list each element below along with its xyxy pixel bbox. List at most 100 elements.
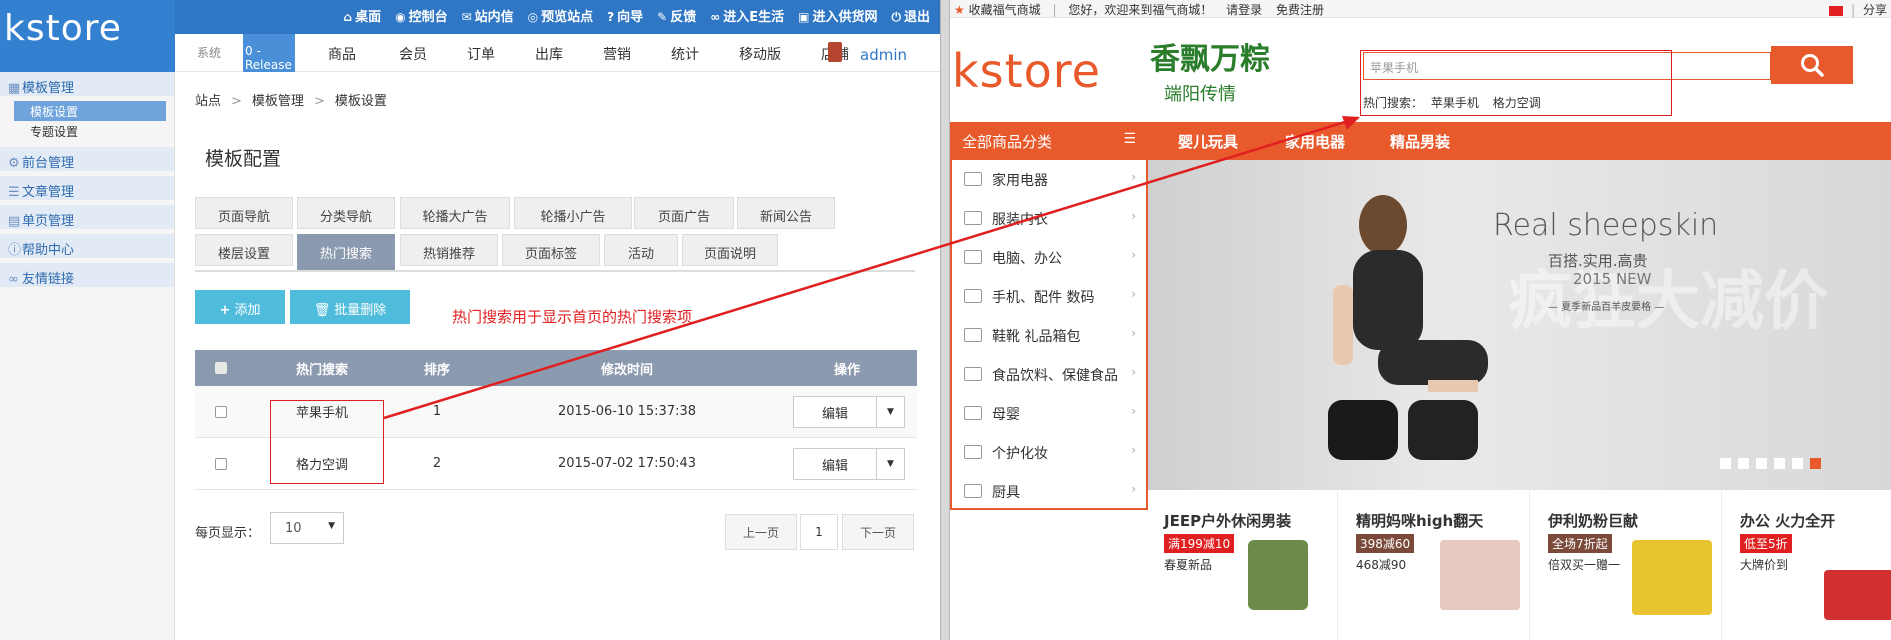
nav-item-goods[interactable]: 商品 — [328, 44, 356, 64]
nav-item-stats[interactable]: 统计 — [671, 44, 699, 64]
category-item[interactable]: 鞋靴 礼品箱包 › — [952, 316, 1146, 355]
promo-tile[interactable]: 精明妈咪high翻天 398减60 468减90 — [1340, 490, 1530, 640]
promo-tile-sub: 春夏新品 — [1164, 558, 1213, 572]
promo-tile[interactable]: 伊利奶粉巨献 全场7折起 倍双买一赠一 — [1532, 490, 1722, 640]
category-item[interactable]: 家用电器 › — [952, 160, 1146, 199]
nav-item-marketing[interactable]: 营销 — [603, 44, 631, 64]
sidebar-group[interactable]: ⚙ 前台管理 — [0, 147, 174, 171]
topbar-divider: | — [1052, 3, 1057, 17]
edit-button[interactable]: 编辑 — [793, 448, 877, 480]
chevron-down-icon[interactable]: ▼ — [877, 448, 905, 480]
toplink-lock[interactable]: ▣ 进入供货网 — [798, 6, 877, 25]
tabs-underline — [195, 270, 915, 272]
category-item[interactable]: 电脑、办公 › — [952, 238, 1146, 277]
tab-hot-recommend[interactable]: 热销推荐 — [400, 234, 498, 266]
store-logo[interactable]: kstore — [952, 44, 1101, 98]
category-item[interactable]: 母婴 › — [952, 394, 1146, 433]
tab-page-tags[interactable]: 页面标签 — [502, 234, 600, 266]
nav-item-orders[interactable]: 订单 — [467, 44, 495, 64]
toplink-link[interactable]: ∞ 进入E生活 — [710, 6, 784, 25]
category-label: 服装内衣 — [992, 212, 1048, 228]
hero-banner[interactable]: 疯狂大减价 Real sheepskin 百搭.实用.高贵 2015 NEW —… — [1148, 160, 1891, 490]
help-icon: ? — [607, 10, 615, 24]
tab-page-description[interactable]: 页面说明 — [682, 234, 778, 266]
current-page[interactable]: 1 — [800, 514, 838, 550]
chevron-right-icon: › — [1131, 404, 1136, 418]
sidebar-group[interactable]: ⓘ帮助中心 — [0, 234, 174, 258]
sidebar-group[interactable]: ▦ 模板管理 — [0, 72, 174, 96]
dashboard-icon: ◉ — [395, 10, 406, 24]
row-checkbox[interactable] — [215, 405, 227, 418]
carousel-dot[interactable] — [1756, 458, 1767, 469]
category-icon — [964, 484, 982, 498]
tab-floor-settings[interactable]: 楼层设置 — [195, 234, 293, 266]
promo-tile-tag: 满199减10 — [1164, 534, 1235, 553]
breadcrumb-template-mgmt[interactable]: 模板管理 — [252, 94, 304, 109]
tab-hot-search[interactable]: 热门搜索 — [297, 234, 395, 270]
admin-username[interactable]: admin — [860, 46, 907, 64]
batch-delete-button[interactable]: 🗑 批量删除 — [290, 290, 410, 324]
category-label: 家用电器 — [992, 173, 1048, 189]
sidebar-item[interactable]: 模板设置 — [14, 101, 166, 121]
share-link[interactable]: 分享 — [1863, 3, 1887, 17]
chevron-right-icon: › — [1131, 248, 1136, 262]
toplink-help[interactable]: ? 向导 — [607, 6, 643, 25]
toplink-mail[interactable]: ✉ 站内信 — [462, 6, 514, 25]
toplink-edit[interactable]: ✎ 反馈 — [657, 6, 696, 25]
per-page-select[interactable]: 10 ▼ — [270, 512, 344, 544]
add-button[interactable]: + 添加 — [195, 290, 285, 324]
toplink-dashboard[interactable]: ◉ 控制台 — [395, 6, 448, 25]
select-all-checkbox[interactable] — [215, 362, 227, 374]
category-item[interactable]: 厨具 › — [952, 472, 1146, 511]
nav-item-members[interactable]: 会员 — [399, 44, 427, 64]
carousel-dot[interactable] — [1792, 458, 1803, 469]
chevron-down-icon[interactable]: ▼ — [877, 396, 905, 428]
search-button[interactable] — [1771, 46, 1853, 84]
carousel-dot[interactable] — [1738, 458, 1749, 469]
breadcrumb-site[interactable]: 站点 — [195, 94, 221, 109]
edit-button[interactable]: 编辑 — [793, 396, 877, 428]
tab-carousel-large[interactable]: 轮播大广告 — [400, 197, 510, 229]
category-item[interactable]: 食品饮料、保健食品 › — [952, 355, 1146, 394]
register-link[interactable]: 免费注册 — [1276, 3, 1324, 17]
chevron-right-icon: › — [1131, 482, 1136, 496]
category-label: 食品饮料、保健食品 — [992, 368, 1118, 384]
nav-item-mobile[interactable]: 移动版 — [739, 44, 781, 64]
tab-carousel-small[interactable]: 轮播小广告 — [514, 197, 632, 229]
carousel-dot[interactable] — [1720, 458, 1731, 469]
tab-category-nav[interactable]: 分类导航 — [297, 197, 395, 229]
nav-baby-toys[interactable]: 婴儿玩具 — [1178, 131, 1238, 152]
category-item[interactable]: 手机、配件 数码 › — [952, 277, 1146, 316]
next-page-button[interactable]: 下一页 — [842, 514, 914, 550]
tab-news[interactable]: 新闻公告 — [737, 197, 835, 229]
menu-icon: ☰ — [1123, 131, 1136, 147]
nav-appliances[interactable]: 家用电器 — [1285, 131, 1345, 152]
category-item[interactable]: 服装内衣 › — [952, 199, 1146, 238]
category-item[interactable]: 个护化妆 › — [952, 433, 1146, 472]
tab-page-ads[interactable]: 页面广告 — [634, 197, 734, 229]
prev-page-button[interactable]: 上一页 — [725, 514, 797, 550]
sidebar-group[interactable]: ▤ 单页管理 — [0, 205, 174, 229]
toplink-power[interactable]: ⏻ 退出 — [891, 6, 930, 25]
sidebar-item[interactable]: 专题设置 — [0, 121, 174, 141]
sidebar-group[interactable]: ☰ 文章管理 — [0, 176, 174, 200]
avatar[interactable] — [828, 42, 842, 62]
tab-page-nav[interactable]: 页面导航 — [195, 197, 293, 229]
row-checkbox[interactable] — [215, 457, 227, 470]
tshirt-image — [1248, 540, 1308, 610]
tab-activity[interactable]: 活动 — [604, 234, 678, 266]
nav-item-system[interactable]: 系统 — [197, 44, 221, 61]
favorite-link[interactable]: 收藏福气商城 — [969, 3, 1041, 17]
carousel-dot[interactable] — [1774, 458, 1785, 469]
toplink-home[interactable]: ⌂ 桌面 — [343, 6, 381, 25]
all-categories-button[interactable]: 全部商品分类 ☰ — [950, 122, 1148, 160]
login-link[interactable]: 请登录 — [1226, 3, 1262, 17]
promo-tile[interactable]: JEEP户外休闲男装 满199减10 春夏新品 — [1148, 490, 1338, 640]
nav-menswear[interactable]: 精品男装 — [1390, 131, 1450, 152]
carousel-dot[interactable] — [1810, 458, 1821, 469]
toplink-eye[interactable]: ◎ 预览站点 — [528, 6, 594, 25]
nav-item-outbound[interactable]: 出库 — [535, 44, 563, 64]
promo-tile[interactable]: 办公 火力全开 低至5折 大牌价到 — [1724, 490, 1891, 640]
annotation-box-search — [1360, 50, 1672, 116]
sidebar-group[interactable]: ∞ 友情链接 — [0, 263, 174, 287]
